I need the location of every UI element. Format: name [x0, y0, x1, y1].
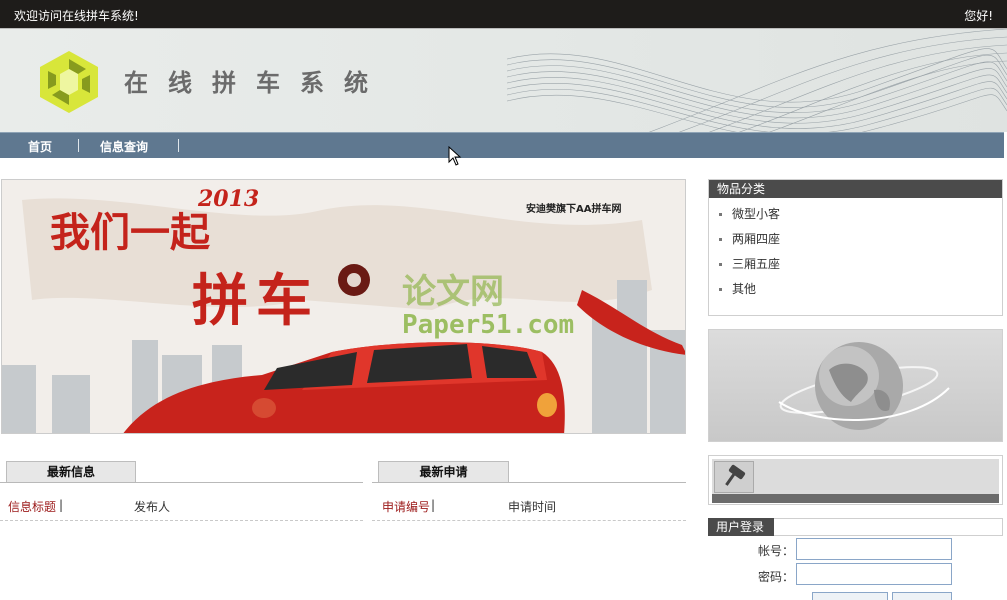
welcome-text: 欢迎访问在线拼车系统! [14, 9, 139, 23]
category-item[interactable]: 三厢五座 [719, 255, 780, 272]
divider [0, 482, 363, 483]
nav-item-home[interactable]: 首页 [28, 138, 52, 155]
tool-panel [708, 455, 1003, 505]
category-item[interactable]: 其他 [719, 280, 756, 297]
reset-button[interactable] [892, 592, 952, 600]
bullet-icon [719, 288, 722, 291]
banner-wave-graphic [507, 29, 1007, 132]
divider [372, 482, 686, 483]
category-panel: 物品分类 微型小客 两厢四座 三厢五座 其他 [708, 179, 1003, 316]
category-label: 其他 [732, 282, 757, 296]
col-apply-time: 申请时间 [508, 500, 557, 514]
bullet-icon [719, 263, 722, 266]
password-label: 密码： [758, 570, 795, 584]
account-label: 帐号： [758, 544, 795, 558]
site-logo-icon[interactable] [34, 47, 104, 117]
category-label: 微型小客 [732, 207, 781, 221]
category-label: 三厢五座 [732, 257, 781, 271]
divider [372, 520, 686, 521]
login-title: 用户登录 [708, 518, 774, 536]
category-title: 物品分类 [709, 180, 1002, 198]
header-banner: 在线拼车系统 [0, 28, 1007, 132]
greeting-text: 您好! [964, 9, 993, 23]
nav-divider [178, 139, 179, 152]
gavel-icon[interactable] [714, 461, 754, 493]
latest-apply-tab[interactable]: 最新申请 [378, 461, 509, 483]
hero-banner[interactable]: 2013 我们一起 拼车 安迪樊旗下AA拼车网 论文网 Paper51.com [1, 179, 686, 434]
category-label: 两厢四座 [732, 232, 781, 246]
password-input[interactable] [796, 563, 952, 585]
site-title: 在线拼车系统 [124, 68, 388, 97]
bullet-icon [719, 213, 722, 216]
category-item[interactable]: 微型小客 [719, 205, 780, 222]
category-item[interactable]: 两厢四座 [719, 230, 780, 247]
tool-panel-inner [712, 459, 999, 503]
divider [774, 518, 1003, 536]
login-panel: 用户登录 帐号： 密码： [708, 518, 1003, 600]
top-bar: 欢迎访问在线拼车系统! 您好! [0, 0, 1007, 28]
mouse-cursor-icon [448, 146, 462, 166]
divider [0, 520, 363, 521]
col-info-title: 信息标题 [8, 500, 57, 514]
globe-icon [778, 342, 950, 430]
col-separator: | [431, 498, 436, 512]
nav-item-info-query[interactable]: 信息查询 [100, 138, 148, 155]
account-input[interactable] [796, 538, 952, 560]
col-publisher: 发布人 [134, 500, 171, 514]
col-separator: | [59, 498, 64, 512]
hero-headline: 我们一起 [50, 209, 210, 256]
hero-brand: 安迪樊旗下AA拼车网 [526, 204, 622, 215]
watermark-cn: 论文网 [402, 272, 504, 312]
hero-slogan: 拼车 [192, 268, 320, 334]
globe-image [708, 329, 1003, 442]
nav-divider [78, 139, 79, 152]
login-button[interactable] [812, 592, 888, 600]
bullet-icon [719, 238, 722, 241]
tool-panel-bar [712, 494, 999, 503]
watermark-en: Paper51.com [402, 310, 575, 340]
main-nav: 首页 信息查询 [0, 132, 1004, 158]
col-apply-number: 申请编号 [382, 500, 431, 514]
latest-info-tab[interactable]: 最新信息 [6, 461, 136, 483]
